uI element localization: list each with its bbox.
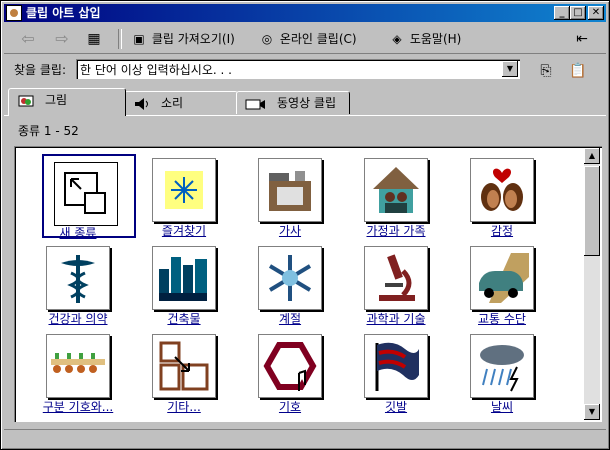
car-icon (470, 246, 534, 310)
category-buildings[interactable]: 건축물 (132, 242, 236, 330)
help-label: 도움말(H) (409, 32, 462, 46)
paste-icon[interactable]: 📋 (568, 61, 588, 81)
maximize-button[interactable]: □ (570, 6, 586, 20)
category-health[interactable]: 건강과 의약 (26, 242, 130, 330)
category-science[interactable]: 과학과 기술 (344, 242, 448, 330)
category-label: 가사 (278, 224, 302, 238)
window-title: 클립 아트 삽입 (26, 6, 101, 20)
category-weather[interactable]: 날씨 (450, 330, 554, 418)
search-input[interactable]: 한 단어 이상 입력하십시오. . . ▼ (76, 59, 520, 79)
household-icon (258, 158, 322, 222)
tab-videos-label: 동영상 클립 (277, 96, 337, 110)
category-emotions[interactable]: 감정 (450, 154, 554, 242)
home-family-icon (364, 158, 428, 222)
category-household[interactable]: 가사 (238, 154, 342, 242)
category-new[interactable]: 새 종류 (26, 154, 136, 242)
tab-bar: 그림 소리 동영상 클립 (4, 88, 606, 116)
title-bar: 클립 아트 삽입 _ □ ✕ (4, 4, 606, 22)
category-label: 깃발 (384, 400, 408, 414)
category-label: 건강과 의약 (48, 312, 108, 326)
category-label: 계절 (278, 312, 302, 326)
emotions-icon (470, 158, 534, 222)
search-dropdown-button[interactable]: ▼ (502, 61, 518, 77)
category-label: 즐겨찾기 (161, 224, 207, 238)
category-label: 건축물 (167, 312, 201, 326)
pictures-panel: 종류 1 - 52 새 종류 즐겨찾기 가사 가정과 가족 감정 건강과 의약 … (4, 115, 606, 428)
grid-view-icon[interactable]: ▦ (84, 29, 104, 49)
category-label: 날씨 (490, 400, 514, 414)
category-label: 과학과 기술 (366, 312, 426, 326)
pictures-icon (17, 93, 35, 107)
help-book-icon: ◈ (392, 32, 402, 46)
category-label: 가정과 가족 (366, 224, 426, 238)
category-label: 감정 (490, 224, 514, 238)
import-clips-button[interactable]: ▣ 클립 가져오기(I) (130, 27, 235, 51)
restore-window-icon[interactable]: ⇤ (572, 29, 592, 49)
tab-sounds-label: 소리 (161, 96, 184, 110)
category-home-family[interactable]: 가정과 가족 (344, 154, 448, 242)
online-clips-label: 온라인 클립(C) (279, 32, 357, 46)
search-label: 찾을 클립: (14, 63, 67, 77)
tab-sounds[interactable]: 소리 (124, 91, 238, 114)
microscope-icon (364, 246, 428, 310)
new-category-icon (54, 162, 118, 226)
close-button[interactable]: ✕ (588, 6, 604, 20)
category-label: 구분 기호와... (42, 400, 114, 414)
toolbar: ⇦ ⇨ ▦ ▣ 클립 가져오기(I) ◎ 온라인 클립(C) ◈ 도움말(H) … (4, 25, 606, 54)
scroll-up-button[interactable]: ▲ (584, 148, 600, 164)
category-label: 새 종류 (59, 226, 97, 240)
clip-art-window: 클립 아트 삽입 _ □ ✕ ⇦ ⇨ ▦ ▣ 클립 가져오기(I) ◎ 온라인 … (0, 0, 610, 450)
symbols-icon (258, 334, 322, 398)
speaker-icon (133, 96, 151, 110)
search-row: 찾을 클립: 한 단어 이상 입력하십시오. . . ▼ ⎘ 📋 (4, 57, 606, 81)
scroll-thumb[interactable] (584, 166, 600, 256)
tab-pictures-label: 그림 (45, 93, 68, 107)
tab-videos[interactable]: 동영상 클립 (236, 91, 350, 114)
category-dividers[interactable]: 구분 기호와... (26, 330, 130, 418)
forward-arrow-icon[interactable]: ⇨ (52, 29, 72, 49)
tab-pictures[interactable]: 그림 (8, 88, 126, 116)
category-label: 기타... (167, 400, 201, 414)
weather-icon (470, 334, 534, 398)
back-arrow-icon[interactable]: ⇦ (18, 29, 38, 49)
health-medicine-icon (46, 246, 110, 310)
search-input-value: 한 단어 이상 입력하십시오. . . (80, 63, 232, 77)
category-count: 종류 1 - 52 (18, 124, 79, 138)
favorites-icon (152, 158, 216, 222)
help-button[interactable]: ◈ 도움말(H) (388, 27, 461, 51)
copy-icon[interactable]: ⎘ (536, 61, 556, 81)
buildings-icon (152, 246, 216, 310)
video-camera-icon (245, 96, 265, 110)
import-clips-label: 클립 가져오기(I) (151, 32, 235, 46)
misc-icon (152, 334, 216, 398)
app-icon (6, 5, 22, 21)
category-misc[interactable]: 기타... (132, 330, 236, 418)
clip-grid: 새 종류 즐겨찾기 가사 가정과 가족 감정 건강과 의약 건축물 계절 과학과… (14, 146, 602, 422)
dividers-icon (46, 334, 110, 398)
snowflake-icon (258, 246, 322, 310)
category-transport[interactable]: 교통 수단 (450, 242, 554, 330)
globe-icon: ◎ (261, 32, 273, 46)
category-flags[interactable]: 깃발 (344, 330, 448, 418)
category-symbols[interactable]: 기호 (238, 330, 342, 418)
category-label: 기호 (278, 400, 302, 414)
status-bar (4, 429, 606, 448)
online-clips-button[interactable]: ◎ 온라인 클립(C) (258, 27, 357, 51)
toolbar-separator (118, 29, 122, 49)
scroll-down-button[interactable]: ▼ (584, 404, 600, 420)
minimize-button[interactable]: _ (554, 6, 570, 20)
vertical-scrollbar[interactable]: ▲ ▼ (584, 148, 600, 420)
category-label: 교통 수단 (478, 312, 526, 326)
import-clips-icon: ▣ (133, 32, 145, 46)
category-favorites[interactable]: 즐겨찾기 (132, 154, 236, 242)
flag-icon (364, 334, 428, 398)
category-seasons[interactable]: 계절 (238, 242, 342, 330)
